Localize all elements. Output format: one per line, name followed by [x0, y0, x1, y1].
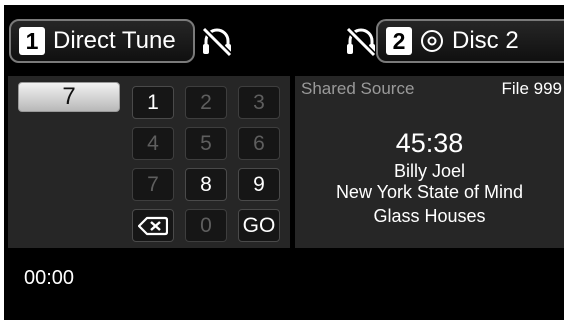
key-9[interactable]: 9	[238, 168, 280, 201]
key-8[interactable]: 8	[185, 168, 227, 201]
headphones-off-icon	[201, 26, 233, 57]
direct-tune-tab[interactable]: 1 Direct Tune	[9, 19, 195, 63]
tab-number-badge: 1	[19, 27, 45, 55]
direct-tune-keypad-panel: 7 1 2 3 4 5 6 7 8 9 0 GO	[8, 76, 290, 248]
key-4[interactable]: 4	[132, 127, 174, 160]
key-1[interactable]: 1	[132, 86, 174, 119]
artist-name: Billy Joel	[393, 161, 466, 181]
disc-source-tab[interactable]: 2 Disc 2	[376, 19, 564, 63]
go-key[interactable]: GO	[238, 209, 280, 242]
key-2[interactable]: 2	[185, 86, 227, 119]
key-7[interactable]: 7	[132, 168, 174, 201]
file-number: File 999	[501, 79, 562, 98]
tab-label: Disc 2	[452, 27, 519, 54]
clock-time: 00:00	[24, 267, 75, 289]
now-playing-panel: Shared Source File 999 45:38 Billy Joel …	[295, 76, 564, 248]
key-3[interactable]: 3	[238, 86, 280, 119]
album-title: Glass Houses	[373, 206, 486, 226]
tune-entry-display: 7	[18, 82, 120, 112]
key-0[interactable]: 0	[185, 209, 227, 242]
disc-icon	[421, 30, 443, 52]
head-unit-screen: 1 Direct Tune 2 Disc 2 7 1 2 3 4 5 6 7 8…	[4, 5, 564, 320]
key-6[interactable]: 6	[238, 127, 280, 160]
backspace-icon	[138, 216, 168, 235]
backspace-key[interactable]	[132, 209, 174, 242]
tab-number-badge: 2	[386, 27, 412, 55]
source-label: Shared Source	[301, 79, 415, 98]
elapsed-time: 45:38	[395, 128, 464, 158]
tab-label: Direct Tune	[53, 27, 176, 54]
key-5[interactable]: 5	[185, 127, 227, 160]
song-title: New York State of Mind	[335, 182, 524, 202]
headphones-off-icon	[345, 26, 377, 57]
